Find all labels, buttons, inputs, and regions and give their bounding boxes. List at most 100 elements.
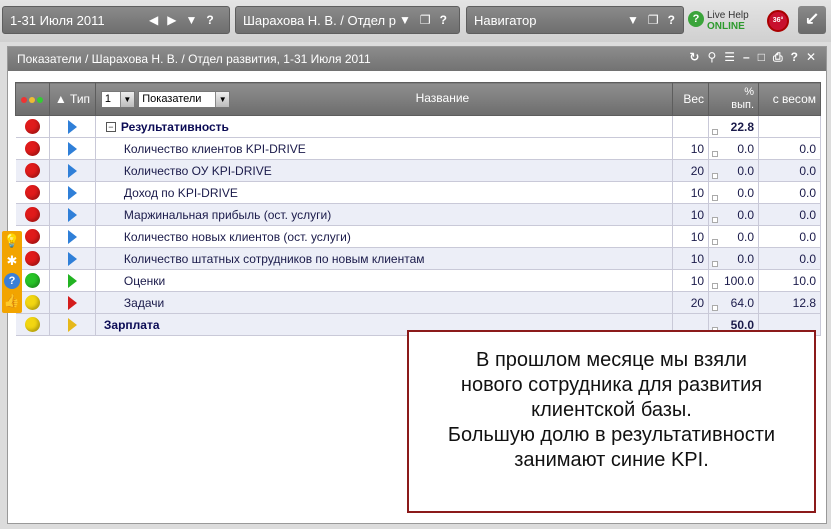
weighted-cell: 0.0 [758,203,821,226]
callout-line: занимают синие KPI. [514,449,709,471]
person-window-icon[interactable]: ❐ [420,13,431,27]
level-select[interactable]: 1 ▼ [100,90,135,108]
table-row[interactable]: Задачи 20 64.0 12.8 [15,291,821,314]
name-cell[interactable]: Задачи [95,291,674,314]
pct-cell: 0.0 [708,159,760,182]
table-row[interactable]: Маржинальная прибыль (ост. услуги) 10 0.0 0… [15,203,821,226]
cell-marker-icon [712,129,719,135]
weighted-cell: 10.0 [758,269,821,292]
cell-marker-icon [712,239,719,245]
side-helper-toolbar: 💡 ✱ ? 👍 [2,231,22,313]
pct-cell: 100.0 [708,269,760,292]
table-row[interactable]: Доход по KPI-DRIVE 10 0.0 0.0 [15,181,821,204]
period-selector[interactable]: 1-31 Июля 2011 ◀ ▶ ▼ ? [2,6,230,34]
chevron-down-icon: ▼ [215,91,230,107]
type-cell [49,137,96,160]
view-select[interactable]: Показатели ▼ [138,90,231,108]
weight-column-header[interactable]: Вес [672,82,710,116]
period-help-icon[interactable]: ? [206,13,213,27]
help-icon[interactable]: ? [791,50,798,65]
bug-icon[interactable]: ✱ [2,251,22,271]
kpi-name: Оценки [123,273,166,288]
person-help-icon[interactable]: ? [440,13,447,27]
next-period-icon[interactable]: ▶ [167,13,176,27]
navigator-window-icon[interactable]: ❐ [648,13,659,27]
name-cell[interactable]: Количество штатных сотрудников по новым … [95,247,674,270]
table-row[interactable]: Количество ОУ KPI-DRIVE 20 0.0 0.0 [15,159,821,182]
weight-cell [672,115,710,138]
table-row[interactable]: − Результативность 22.8 [15,115,821,138]
refresh-icon[interactable]: ↻ [689,50,699,65]
type-flag-icon [67,163,77,178]
type-flag-icon [67,229,77,244]
table-row[interactable]: Количество новых клиентов (ост. услуги) 1… [15,225,821,248]
status-light [15,159,50,182]
navigator-label: Навигатор [474,12,537,28]
collapse-icon[interactable]: − [105,122,116,133]
name-cell[interactable]: Количество ОУ KPI-DRIVE [95,159,674,182]
name-cell[interactable]: Доход по KPI-DRIVE [95,181,674,204]
notification-badge[interactable]: 36° [767,10,789,32]
table-row[interactable]: Оценки 10 100.0 10.0 [15,269,821,292]
name-cell[interactable]: Количество клиентов KPI-DRIVE [95,137,674,160]
period-label: 1-31 Июля 2011 [10,12,105,28]
pct-cell: 22.8 [708,115,760,138]
live-help-button[interactable]: ? Live Help ONLINE [687,6,759,36]
type-cell [49,203,96,226]
callout-line: нового сотрудника для развития [460,374,763,396]
name-cell[interactable]: Маржинальная прибыль (ост. услуги) [95,203,674,226]
status-dot-icon [24,185,40,201]
table-row[interactable]: Количество штатных сотрудников по новым … [15,247,821,270]
person-dropdown-icon[interactable]: ▼ [399,13,411,27]
kpi-name: Количество штатных сотрудников по новым … [123,251,425,266]
kpi-name: Доход по KPI-DRIVE [123,185,238,200]
prev-period-icon[interactable]: ◀ [149,13,158,27]
help-circle-icon[interactable]: ? [4,273,20,289]
cell-marker-icon [712,305,719,311]
status-light [15,115,50,138]
table-row[interactable]: Количество клиентов KPI-DRIVE 10 0.0 0.0 [15,137,821,160]
navigator-help-icon[interactable]: ? [668,13,675,27]
pct-cell: 0.0 [708,225,760,248]
callout-line: В прошлом месяце мы взяли [476,349,747,371]
weighted-cell [758,115,821,138]
type-flag-icon [67,119,77,134]
type-flag-icon [67,251,77,266]
pct-cell: 64.0 [708,291,760,314]
pct-cell: 0.0 [708,181,760,204]
live-help-icon: ? [688,11,704,27]
pct-column-header[interactable]: % вып. [708,82,760,116]
kpi-name: Количество клиентов KPI-DRIVE [123,141,306,156]
name-cell[interactable]: − Результативность [95,115,674,138]
kpi-name: Количество новых клиентов (ост. услуги) [123,229,351,244]
weighted-cell: 0.0 [758,137,821,160]
type-flag-icon [67,185,77,200]
weighted-column-header[interactable]: с весом [758,82,821,116]
cell-marker-icon [712,195,719,201]
lightbulb-icon[interactable]: 💡 [2,231,22,251]
weighted-cell: 0.0 [758,181,821,204]
maximize-icon[interactable]: □ [758,50,765,65]
weight-cell: 10 [672,203,710,226]
navigator-selector[interactable]: Навигатор ▼ ❐ ? [466,6,684,34]
collapse-arrow-icon[interactable]: ↙ [798,6,826,34]
print-icon[interactable]: ⎙ [773,50,783,65]
list-icon[interactable]: ☰ [724,50,735,65]
period-dropdown-icon[interactable]: ▼ [185,13,197,27]
status-light [15,181,50,204]
thumbs-up-icon[interactable]: 👍 [2,291,22,311]
kpi-name: Результативность [120,119,229,134]
name-cell[interactable]: Оценки [95,269,674,292]
name-column-header: 1 ▼ Показатели ▼ Название [94,82,674,116]
traffic-light-icon [20,92,44,106]
person-selector[interactable]: Шарахова Н. В. / Отдел р ▼ ❐ ? [235,6,460,34]
type-flag-icon [67,273,77,288]
navigator-dropdown-icon[interactable]: ▼ [627,13,639,27]
type-column-header[interactable]: ▲ Тип [48,82,96,116]
search-icon[interactable]: ⚲ [707,50,716,65]
close-icon[interactable]: ✕ [806,50,816,65]
traffic-light-header[interactable] [15,82,50,116]
name-cell[interactable]: Количество новых клиентов (ост. услуги) [95,225,674,248]
chevron-down-icon: ▼ [119,91,134,107]
minimize-icon[interactable]: – [743,50,750,65]
